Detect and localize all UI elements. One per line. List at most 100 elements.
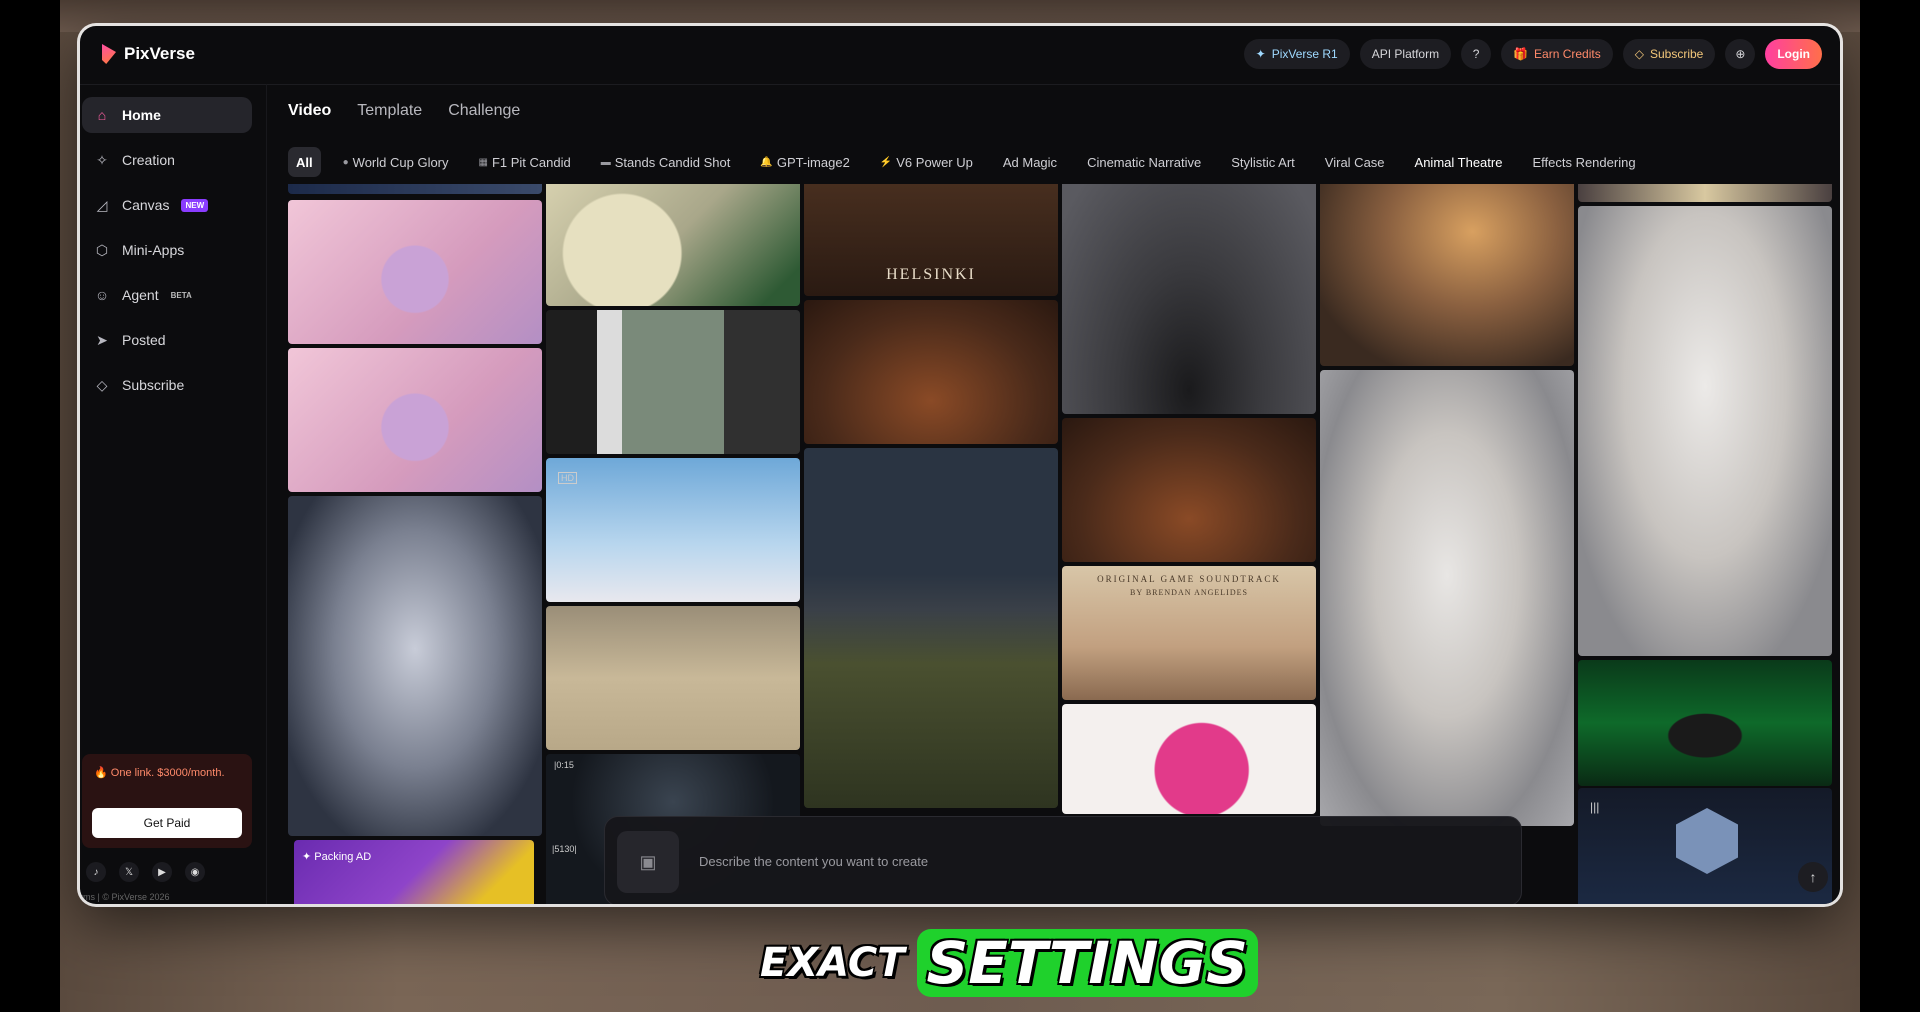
category-chips: All ● World Cup Glory ▦ F1 Pit Candid ▬ Sta… xyxy=(288,146,1830,178)
social-links: ♪ 𝕏 ▶ ◉ xyxy=(86,862,205,882)
sidebar-item-canvas[interactable]: ◿ Canvas NEW xyxy=(82,187,252,223)
fire-icon: 🔥 xyxy=(94,767,108,779)
scroll-to-top-button[interactable]: ↑ xyxy=(1798,862,1828,892)
subscribe-label: Subscribe xyxy=(1649,47,1704,61)
logo[interactable]: PixVerse xyxy=(102,44,195,64)
youtube-icon[interactable]: ▶ xyxy=(152,862,172,882)
diamond-icon: ◇ xyxy=(96,377,108,393)
chip-ad-magic[interactable]: Ad Magic xyxy=(995,147,1065,177)
video-tile[interactable] xyxy=(288,184,542,194)
sparkle-icon: ✦ xyxy=(302,851,315,863)
agent-icon: ☺ xyxy=(94,287,110,303)
gift-icon: 🎁 xyxy=(1513,47,1529,61)
sidebar-item-mini-apps[interactable]: ⬡ Mini-Apps xyxy=(82,232,252,268)
canvas-icon: ◿ xyxy=(96,197,108,213)
video-tile-matrix[interactable] xyxy=(1578,660,1832,786)
chip-label: All xyxy=(296,154,313,170)
sidebar-item-posted[interactable]: ➤ Posted xyxy=(82,322,252,358)
image-upload-button[interactable]: ▣ xyxy=(617,831,679,893)
packing-ad-label: ✦ Packing AD xyxy=(302,850,371,863)
timestamp-label: |5130| xyxy=(552,844,577,854)
prompt-input[interactable] xyxy=(697,849,1401,873)
pixverse-r1-label: PixVerse R1 xyxy=(1271,47,1338,61)
tab-challenge[interactable]: Challenge xyxy=(448,102,520,120)
chip-gpt-image2[interactable]: 🔔 GPT-image2 xyxy=(752,147,857,177)
chip-stands-candid-shot[interactable]: ▬ Stands Candid Shot xyxy=(593,147,739,177)
tiktok-icon[interactable]: ♪ xyxy=(86,862,106,882)
chip-world-cup-glory[interactable]: ● World Cup Glory xyxy=(335,147,457,177)
bolt-icon: ⚡ xyxy=(879,156,893,168)
app-name: PixVerse xyxy=(124,44,195,63)
video-tile-flowers[interactable] xyxy=(546,184,800,306)
chip-stylistic-art[interactable]: Stylistic Art xyxy=(1223,147,1303,177)
video-tile-soundtrack[interactable]: ORIGINAL GAME SOUNDTRACK BY BRENDAN ANGE… xyxy=(1062,566,1316,700)
video-tile-skydive[interactable]: HD xyxy=(546,458,800,602)
video-tile-desert[interactable] xyxy=(546,606,800,750)
sidebar-item-agent[interactable]: ☺ Agent BETA xyxy=(82,277,252,313)
login-button[interactable]: Login xyxy=(1765,39,1822,69)
sidebar-item-label: Subscribe xyxy=(122,377,185,393)
language-button[interactable]: ⊕ xyxy=(1725,39,1756,69)
video-tile-dog[interactable] xyxy=(1320,370,1574,826)
globe-icon: ● xyxy=(342,156,349,168)
prompt-bar: ▣ xyxy=(604,816,1522,904)
pixverse-logo-icon xyxy=(102,44,116,64)
tab-template[interactable]: Template xyxy=(357,102,422,120)
chip-viral-case[interactable]: Viral Case xyxy=(1317,147,1393,177)
video-caption: EXACT SETTINGS xyxy=(760,925,1258,1001)
chip-animal-theatre[interactable]: Animal Theatre xyxy=(1407,147,1511,177)
chip-effects-rendering[interactable]: Effects Rendering xyxy=(1524,147,1643,177)
cube-icon: ⬡ xyxy=(95,242,109,258)
video-tile-product[interactable] xyxy=(1062,704,1316,814)
chip-label: Viral Case xyxy=(1324,154,1385,170)
chip-label: Animal Theatre xyxy=(1414,154,1503,170)
sidebar-item-creation[interactable]: ✧ Creation xyxy=(82,142,252,178)
video-tile-packing-ad[interactable]: ✦ Packing AD xyxy=(294,840,534,904)
chip-label: F1 Pit Candid xyxy=(491,154,571,170)
promo-text: 🔥 One link. $3000/month. xyxy=(94,766,234,781)
help-button[interactable]: ? xyxy=(1461,39,1492,69)
x-icon[interactable]: 𝕏 xyxy=(119,862,139,882)
arrow-up-icon: ↑ xyxy=(1809,869,1817,885)
discord-icon[interactable]: ◉ xyxy=(185,862,205,882)
get-paid-button[interactable]: Get Paid xyxy=(92,808,242,838)
home-icon: ⌂ xyxy=(97,107,107,123)
sidebar-item-subscribe[interactable]: ◇ Subscribe xyxy=(82,367,252,403)
video-tile-helsinki[interactable]: HELSINKI xyxy=(804,184,1058,296)
video-tile-wolf-rider[interactable] xyxy=(288,496,542,836)
chip-cinematic-narrative[interactable]: Cinematic Narrative xyxy=(1079,147,1209,177)
header-actions: ✦ PixVerse R1 API Platform ? 🎁 Earn Cred… xyxy=(1243,39,1822,69)
video-tile-cat-2[interactable] xyxy=(288,348,542,492)
earn-credits-button[interactable]: 🎁 Earn Credits xyxy=(1501,39,1613,69)
video-tile-cornfield[interactable] xyxy=(804,448,1058,808)
question-icon: ? xyxy=(1472,47,1480,61)
subscribe-button[interactable]: ◇ Subscribe xyxy=(1622,39,1716,69)
new-badge: NEW xyxy=(181,198,209,212)
video-tile-floral[interactable] xyxy=(1578,184,1832,202)
video-tile-cliff[interactable] xyxy=(1320,184,1574,366)
chip-label: Ad Magic xyxy=(1002,154,1058,170)
video-grid: ✦ Packing AD HD |0:15 |5130| HELSINKI OR… xyxy=(288,184,1832,904)
chip-f1-pit-candid[interactable]: ▦ F1 Pit Candid xyxy=(471,147,579,177)
chip-label: Stands Candid Shot xyxy=(614,154,731,170)
video-tile-door[interactable] xyxy=(546,310,800,454)
video-tile-logo[interactable]: ||| xyxy=(1578,788,1832,904)
flag-icon: ▦ xyxy=(478,156,488,168)
earn-credits-label: Earn Credits xyxy=(1534,47,1601,61)
video-tile-black-dress[interactable] xyxy=(1062,184,1316,414)
chip-label: V6 Power Up xyxy=(896,154,973,170)
chip-all[interactable]: All xyxy=(288,147,321,177)
sidebar: ⌂ Home ✧ Creation ◿ Canvas NEW ⬡ Mini-Ap… xyxy=(80,84,267,904)
sparkle-icon: ✧ xyxy=(96,152,108,168)
sidebar-item-label: Agent xyxy=(122,287,159,303)
pixverse-app-window: PixVerse ✦ PixVerse R1 API Platform ? 🎁 … xyxy=(80,26,1840,904)
video-tile-armchair[interactable] xyxy=(804,300,1058,444)
video-tile-dog-2[interactable] xyxy=(1578,206,1832,656)
sidebar-item-home[interactable]: ⌂ Home xyxy=(82,97,252,133)
chip-v6-power-up[interactable]: ⚡ V6 Power Up xyxy=(872,147,981,177)
video-tile-armchair-2[interactable] xyxy=(1062,418,1316,562)
tab-video[interactable]: Video xyxy=(288,102,331,120)
video-tile-cat[interactable] xyxy=(288,200,542,344)
pixverse-r1-button[interactable]: ✦ PixVerse R1 xyxy=(1243,39,1350,69)
api-platform-button[interactable]: API Platform xyxy=(1359,39,1452,69)
